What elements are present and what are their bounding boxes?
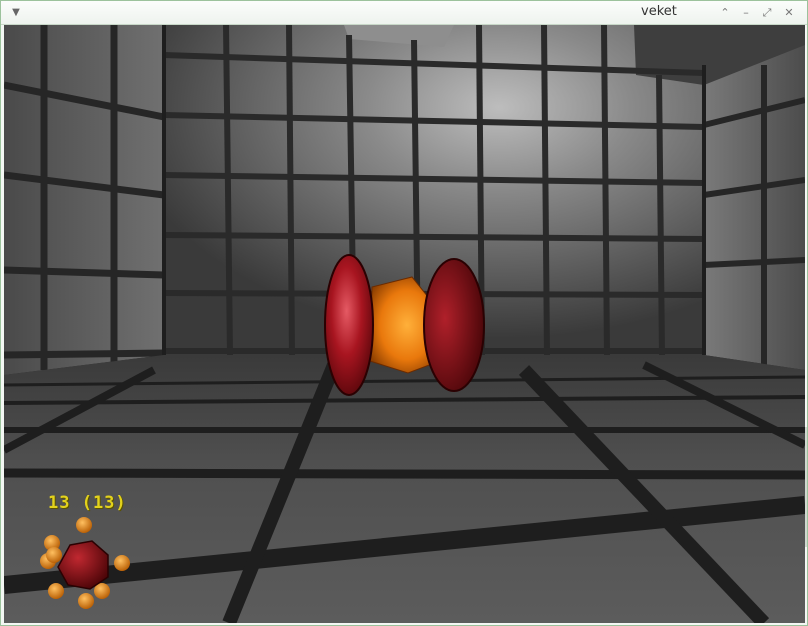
game-viewport[interactable]: 13 (13) bbox=[4, 25, 805, 623]
title-bar[interactable]: ▼ veket ⌃ – ⤢ ✕ bbox=[1, 1, 807, 25]
window-shade-button[interactable]: ⌃ bbox=[717, 5, 733, 21]
maximize-button[interactable]: ⤢ bbox=[759, 5, 775, 21]
chevron-up-icon: ⌃ bbox=[720, 6, 730, 19]
weapon-icon bbox=[40, 517, 130, 609]
minimize-button[interactable]: – bbox=[738, 5, 754, 21]
window-menu-button[interactable]: ▼ bbox=[9, 6, 23, 20]
minus-icon: – bbox=[743, 6, 749, 19]
close-icon: ✕ bbox=[784, 6, 794, 19]
window-edge bbox=[805, 427, 807, 547]
resize-icon: ⤢ bbox=[762, 6, 772, 19]
chevron-down-icon: ▼ bbox=[12, 7, 20, 18]
close-button[interactable]: ✕ bbox=[781, 5, 797, 21]
window-title: veket bbox=[641, 4, 677, 19]
app-window: ▼ veket ⌃ – ⤢ ✕ 13 (13) bbox=[0, 0, 808, 626]
ammo-counter: 13 (13) bbox=[48, 493, 127, 513]
